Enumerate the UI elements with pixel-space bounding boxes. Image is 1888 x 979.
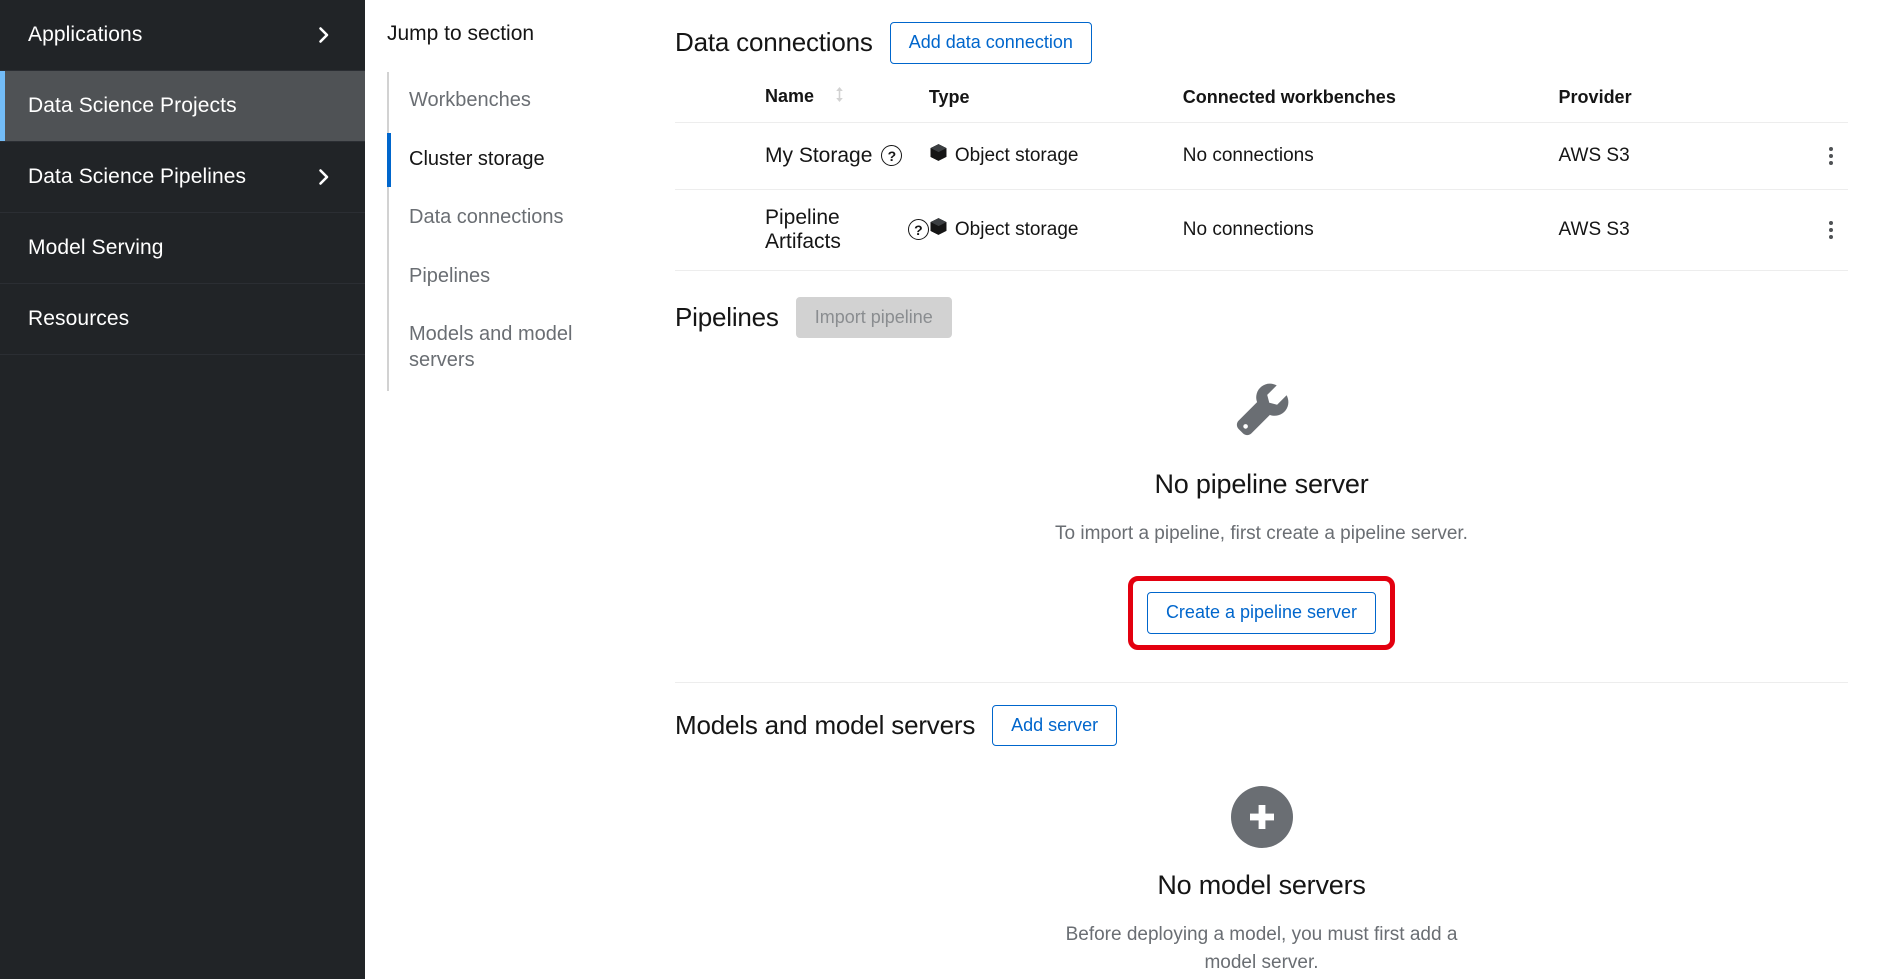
highlight-annotation: Create a pipeline server [1127,575,1396,650]
pipelines-empty-state: No pipeline server To import a pipeline,… [675,338,1848,667]
jump-item-cluster-storage[interactable]: Cluster storage [387,131,645,190]
column-header-actions [1777,86,1848,123]
models-title: Models and model servers [675,709,976,740]
cell-name: Pipeline Artifacts ? [675,188,929,271]
table-header: Name Type Connected workbenches Provider [675,86,1848,123]
cube-icon [929,217,948,242]
sidebar-item-data-science-projects[interactable]: Data Science Projects [0,71,365,142]
plus-circle-icon [1230,786,1293,849]
pipelines-title: Pipelines [675,302,779,333]
plus-circle-icon-wrap [675,786,1848,849]
column-header-name[interactable]: Name [675,86,929,123]
connection-name: My Storage [765,143,873,167]
add-data-connection-button[interactable]: Add data connection [889,22,1092,64]
jump-item-workbenches[interactable]: Workbenches [389,72,645,131]
import-pipeline-button[interactable]: Import pipeline [795,296,952,339]
kebab-menu-icon[interactable] [1814,139,1848,173]
sidebar-item-label: Model Serving [28,236,164,259]
jump-to-section-list: Workbenches Cluster storage Data connect… [387,72,645,391]
table-body: My Storage ? Object storage No connectio… [675,121,1848,271]
connection-name: Pipeline Artifacts [765,205,841,253]
cell-actions [1776,121,1848,190]
kebab-menu-icon[interactable] [1814,213,1848,247]
wrench-icon [675,378,1848,447]
create-pipeline-server-action: Create a pipeline server [675,575,1848,650]
models-empty-state: No model servers Before deploying a mode… [675,746,1848,979]
sidebar-item-label: Applications [28,23,143,46]
data-connections-section: Data connections Add data connection Nam… [675,22,1848,271]
sidebar-item-label: Data Science Projects [28,94,237,117]
cell-type: Object storage [928,188,1183,271]
cell-type: Object storage [928,121,1183,190]
help-circle-icon[interactable]: ? [907,219,929,241]
cell-connected-workbenches: No connections [1182,121,1559,190]
help-circle-icon[interactable]: ? [881,145,903,167]
jump-to-section-title: Jump to section [387,22,535,45]
cell-name: My Storage ? [675,121,929,190]
cube-icon [929,143,948,168]
page-root: Applications Data Science Projects Data … [0,0,1888,979]
models-section: Models and model servers Add server No m… [675,704,1848,979]
jump-item-data-connections[interactable]: Data connections [389,189,645,248]
cell-connected-workbenches: No connections [1182,188,1559,271]
pipelines-section: Pipelines Import pipeline No pipeline se… [675,296,1848,668]
main-content: Data connections Add data connection Nam… [645,0,1888,979]
column-header-label: Name [765,85,815,106]
models-empty-body: Before deploying a model, you must first… [1065,924,1458,973]
cell-provider: AWS S3 [1558,121,1777,190]
data-connections-header: Data connections Add data connection [675,22,1848,64]
column-header-provider: Provider [1558,86,1632,107]
chevron-right-icon [315,168,333,186]
sidebar-item-data-science-pipelines[interactable]: Data Science Pipelines [0,142,365,213]
section-divider [675,681,1848,683]
jump-item-models-and-model-servers[interactable]: Models and model servers [389,306,645,390]
sort-updown-icon[interactable] [833,86,846,108]
table-row: My Storage ? Object storage No connectio… [675,121,1848,190]
cell-provider: AWS S3 [1558,188,1777,271]
sidebar-item-model-serving[interactable]: Model Serving [0,213,365,284]
sidebar-item-label: Resources [28,307,130,330]
connection-type: Object storage [954,144,1079,166]
pipelines-header: Pipelines Import pipeline [675,296,1848,339]
jump-to-section-panel: Jump to section Workbenches Cluster stor… [365,0,645,979]
create-pipeline-server-button[interactable]: Create a pipeline server [1146,591,1377,634]
add-server-button[interactable]: Add server [992,704,1118,747]
sidebar-item-applications[interactable]: Applications [0,0,365,71]
column-header-type: Type [928,86,970,107]
data-connections-table: Name Type Connected workbenches Provider… [675,86,1848,271]
primary-sidebar: Applications Data Science Projects Data … [0,0,365,979]
connection-type: Object storage [954,218,1079,240]
jump-item-pipelines[interactable]: Pipelines [389,248,645,307]
models-header: Models and model servers Add server [675,704,1848,747]
sidebar-item-resources[interactable]: Resources [0,284,365,355]
table-row: Pipeline Artifacts ? Object storage No c… [675,188,1848,271]
pipelines-empty-title: No pipeline server [1154,469,1369,500]
chevron-right-icon [315,26,333,44]
column-header-connected-workbenches: Connected workbenches [1182,86,1396,107]
pipelines-empty-body: To import a pipeline, first create a pip… [1055,523,1468,545]
sidebar-item-label: Data Science Pipelines [28,165,247,188]
cell-actions [1776,188,1848,271]
models-empty-title: No model servers [1157,870,1366,901]
data-connections-title: Data connections [675,27,873,58]
